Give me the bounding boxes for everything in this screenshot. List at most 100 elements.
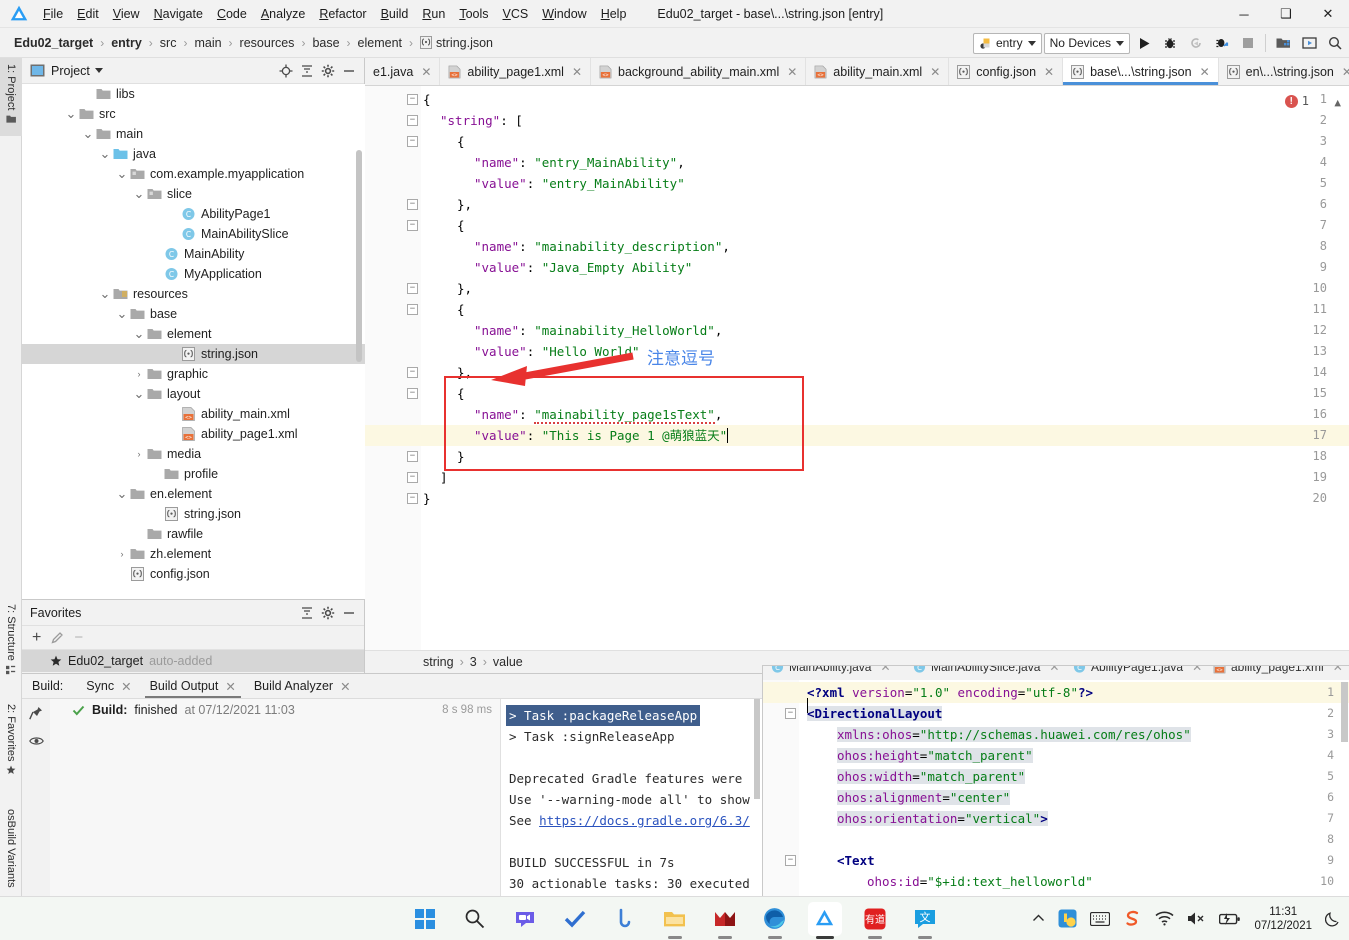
tree-twisty-icon[interactable]: › [133,448,145,460]
code-line[interactable]: ohos:orientation="vertical"> [807,808,1048,829]
taskbar-clock[interactable]: 11:31 07/12/2021 [1254,905,1312,933]
tree-node-string-json[interactable]: string.json [22,504,365,524]
code-line[interactable]: "string": [ [423,110,523,131]
status-breadcrumb-item[interactable]: 3 [470,655,477,669]
menu-item-navigate[interactable]: Navigate [147,4,210,24]
code-fold-toggle[interactable]: − [407,199,418,210]
code-line[interactable]: ohos:height="match_parent" [807,745,1033,766]
project-settings-button[interactable] [319,62,337,80]
favorites-collapse-button[interactable] [298,604,316,622]
console-line[interactable]: See https://docs.gradle.org/6.3/ [509,810,750,831]
tool-tab-structure[interactable]: 7: Structure [0,598,22,694]
code-line[interactable]: "value": "entry_MainAbility" [423,173,685,194]
tree-node-en-element[interactable]: ⌄ en.element [22,484,365,504]
code-line[interactable]: { [423,299,465,320]
menu-item-window[interactable]: Window [535,4,593,24]
code-fold-toggle[interactable]: − [407,493,418,504]
tree-node-abilitypage1[interactable]: C AbilityPage1 [22,204,365,224]
breadcrumb-item-base[interactable]: base [310,35,341,51]
code-line[interactable]: xmlns:ohos="http://schemas.huawei.com/re… [807,724,1191,745]
taskbar-todo-button[interactable] [558,902,592,936]
locate-button[interactable] [277,62,295,80]
preview-button[interactable] [1297,31,1321,55]
console-line-selected[interactable]: > Task :packageReleaseApp [506,705,701,726]
code-fold-toggle[interactable]: − [407,136,418,147]
project-tree-scrollbar[interactable] [356,150,362,362]
edit-icon[interactable] [51,631,64,644]
code-fold-toggle[interactable]: − [407,388,418,399]
battery-button[interactable] [1219,912,1241,926]
tree-node-graphic[interactable]: › graphic [22,364,365,384]
code-fold-toggle[interactable]: − [785,855,796,866]
scroll-up-icon[interactable]: ▲ [1334,96,1341,109]
taskbar-deveco-button[interactable] [807,901,842,939]
tree-node-resources[interactable]: ⌄ resources [22,284,365,304]
stop-button[interactable] [1236,31,1260,55]
code-line[interactable]: ohos:width="match_parent" [807,766,1026,787]
close-icon[interactable]: ✕ [1342,65,1349,79]
attach-debugger-button[interactable] [1210,31,1234,55]
tree-node-zh-element[interactable]: › zh.element [22,544,365,564]
json-editor[interactable]: 1−{2− "string": [3−{4 "name": "entry_MainA… [365,86,1349,650]
tree-twisty-icon[interactable]: ⌄ [133,187,145,200]
breadcrumb-item-src[interactable]: src [158,35,179,51]
favorites-hide-button[interactable] [340,604,358,622]
close-icon[interactable]: ✕ [1192,666,1202,674]
xml-preview-tab-mainabilityslice-java[interactable]: C MainAbilitySlice.java ✕ [913,666,1059,674]
touch-keyboard-button[interactable] [1090,911,1111,926]
xml-preview-tab-strip[interactable]: C MainAbility.java ✕ C MainAbilitySlice.java… [763,666,1349,680]
taskbar-explorer-button[interactable] [658,902,692,939]
tree-node-rawfile[interactable]: rawfile [22,524,365,544]
device-selector[interactable]: No Devices [1043,32,1130,54]
remove-favorite-button[interactable]: − [74,629,83,646]
editor-tab-ability-page1-xml[interactable]: <> ability_page1.xml ✕ [440,58,592,85]
code-line[interactable]: { [423,383,465,404]
menu-item-help[interactable]: Help [594,4,634,24]
xml-preview-tab-ability-page1-xml[interactable]: <> ability_page1.xml ✕ [1213,666,1343,674]
breadcrumb-item-resources[interactable]: resources [238,35,297,51]
xml-editor-scrollbar[interactable] [1341,682,1348,742]
close-icon[interactable]: ✕ [121,679,131,694]
search-everywhere-button[interactable] [1323,31,1347,55]
code-line[interactable]: { [423,131,465,152]
editor-tab-ability-main-xml[interactable]: <> ability_main.xml ✕ [806,58,950,85]
tree-node-ability-page1-xml[interactable]: <> ability_page1.xml [22,424,365,444]
show-hidden-icons-button[interactable] [1032,912,1045,925]
tree-node-slice[interactable]: ⌄ slice [22,184,365,204]
tool-tab-project[interactable]: 1: Project [0,58,22,136]
xml-preview-tab-abilitypage1-java[interactable]: C AbilityPage1.java ✕ [1073,666,1202,674]
close-icon[interactable]: ✕ [1200,65,1210,79]
wifi-button[interactable] [1155,911,1174,926]
code-fold-toggle[interactable]: − [407,115,418,126]
tree-twisty-icon[interactable]: ⌄ [82,127,94,140]
close-icon[interactable]: ✕ [225,679,235,694]
code-fold-toggle[interactable]: − [407,304,418,315]
tree-twisty-icon[interactable]: ⌄ [99,147,111,160]
console-line[interactable]: > Task :signReleaseApp [509,726,675,747]
tree-node-config-json[interactable]: config.json [22,564,365,584]
favorites-settings-button[interactable] [319,604,337,622]
code-fold-toggle[interactable]: − [407,283,418,294]
taskbar-edge-button[interactable] [758,902,792,939]
editor-tab-e1-java[interactable]: e1.java ✕ [365,58,441,85]
taskbar-line-button[interactable] [608,902,642,936]
menu-item-view[interactable]: View [106,4,147,24]
tree-twisty-icon[interactable]: › [116,548,128,560]
pin-button[interactable] [22,699,50,727]
start-button[interactable] [408,902,442,936]
breadcrumb-item-main[interactable]: main [192,35,223,51]
tree-node-libs[interactable]: libs [22,84,365,104]
rerun-button[interactable] [1184,31,1208,55]
tree-twisty-icon[interactable]: › [133,368,145,380]
menu-item-refactor[interactable]: Refactor [312,4,373,24]
build-tab-build-output[interactable]: Build Output ✕ [141,676,245,698]
tree-twisty-icon[interactable]: ⌄ [116,487,128,500]
close-icon[interactable]: ✕ [1044,65,1054,79]
device-manager-button[interactable] [1271,31,1295,55]
build-console[interactable]: > Task :packageReleaseApp > Task :signRel… [500,699,762,897]
tree-twisty-icon[interactable]: ⌄ [133,387,145,400]
console-line[interactable]: BUILD SUCCESSFUL in 7s [509,852,675,873]
console-link[interactable]: https://docs.gradle.org/6.3/ [539,813,750,828]
code-line[interactable]: { [423,89,431,110]
tree-node-main[interactable]: ⌄ main [22,124,365,144]
